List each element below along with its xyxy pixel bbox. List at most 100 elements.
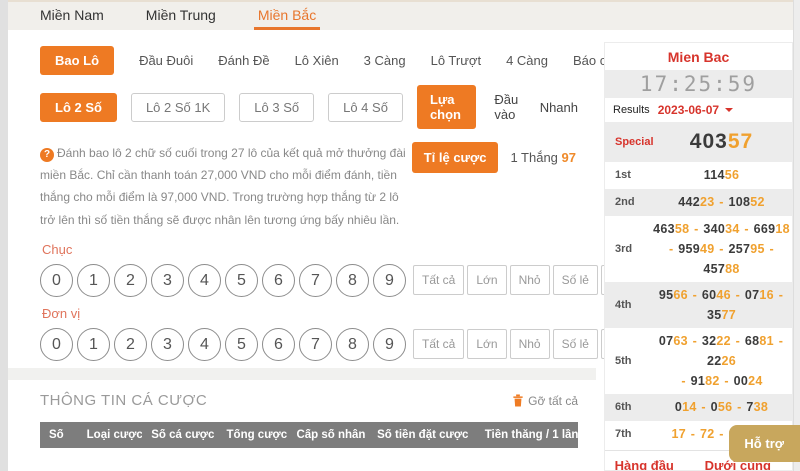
table-column-header: Loại cược [78, 429, 143, 441]
results-sidebar: Mien Bac 17:25:59 Results 2023-06-07 Spe… [604, 42, 793, 471]
picker-label: Chục [42, 242, 578, 257]
prize-numbers: 11456 [651, 162, 792, 188]
prize-label: 1st [605, 169, 651, 181]
digit-button-7[interactable]: 7 [299, 328, 332, 361]
top-tab-2[interactable]: Miền Trung [142, 2, 220, 30]
mode-item-2[interactable]: Đầu vào [494, 92, 521, 122]
table-column-header: Số [40, 429, 78, 441]
prize-label: Special [605, 136, 651, 148]
digit-button-9[interactable]: 9 [373, 328, 406, 361]
prize-label: 2nd [605, 196, 651, 208]
bet-subtype-chip-4[interactable]: Lô 4 Số [328, 93, 403, 122]
digit-circles: 0123456789 [40, 264, 410, 297]
digit-button-7[interactable]: 7 [299, 264, 332, 297]
bet-info-panel: THÔNG TIN CÁ CƯỢC Gỡ tất cả SốLoại cượcS… [30, 380, 588, 471]
bet-type-tab-2[interactable]: Đầu Đuôi [139, 53, 193, 68]
bet-subtype-chip-1[interactable]: Lô 2 Số [40, 93, 117, 122]
odds-button[interactable]: Tỉ lệ cược [412, 142, 499, 173]
picker-label: Đơn vị [42, 306, 578, 321]
bet-type-tabs: Bao Lô Đầu Đuôi Đánh Đề Lô Xiên 3 Càng Lô Trư… [30, 42, 588, 77]
filter-button-1[interactable]: Tất cả [413, 265, 464, 295]
bet-type-tab-7[interactable]: 4 Càng [506, 53, 548, 68]
prize-label: 3rd [605, 243, 651, 255]
trash-icon [512, 394, 524, 407]
page-left-strip [0, 0, 8, 471]
prize-row-6th: 6th014 - 056 - 738 [605, 394, 792, 421]
bet-subtype-chip-3[interactable]: Lô 3 Số [239, 93, 314, 122]
top-tab-3[interactable]: Miền Bắc [254, 2, 320, 30]
digit-button-6[interactable]: 6 [262, 264, 295, 297]
question-icon: ? [40, 148, 54, 162]
prize-row-special: Special40357 [605, 122, 792, 162]
prize-row-2nd: 2nd44223 - 10852 [605, 189, 792, 216]
digit-button-5[interactable]: 5 [225, 264, 258, 297]
countdown-clock: 17:25:59 [605, 70, 792, 98]
table-column-header: Tổng cược [218, 429, 288, 441]
filter-button-4[interactable]: Số lẻ [553, 265, 598, 295]
bet-type-tab-3[interactable]: Đánh Đề [218, 53, 269, 68]
digit-button-8[interactable]: 8 [336, 264, 369, 297]
prize-numbers: 40357 [651, 122, 792, 162]
prize-label: 6th [605, 401, 651, 413]
results-region-title: Mien Bac [605, 43, 792, 70]
prize-label: 7th [605, 428, 651, 440]
bet-description: ?Đánh bao lô 2 chữ số cuối trong 27 lô c… [40, 142, 412, 231]
mode-group: Lựa chọn Đầu vào Nhanh [417, 85, 578, 129]
digit-button-2[interactable]: 2 [114, 328, 147, 361]
region-tab-bar: Miền Nam Miền Trung Miền Bắc [8, 0, 793, 30]
digit-picker-2: Đơn vị0123456789Tất cảLớnNhỏSố lẻSố chẵn… [30, 297, 588, 361]
digit-button-0[interactable]: 0 [40, 264, 73, 297]
digit-button-8[interactable]: 8 [336, 328, 369, 361]
digit-button-4[interactable]: 4 [188, 264, 221, 297]
bet-table-header: SốLoại cượcSố cá cượcTổng cượcCấp số nhâ… [40, 422, 578, 448]
digit-button-2[interactable]: 2 [114, 264, 147, 297]
bet-type-tab-4[interactable]: Lô Xiên [295, 53, 339, 68]
bet-subtype-chip-2[interactable]: Lô 2 Số 1K [131, 93, 225, 122]
prize-row-1st: 1st11456 [605, 162, 792, 189]
prize-row-4th: 4th9566 - 6046 - 0716 - 3577 [605, 282, 792, 328]
filter-button-3[interactable]: Nhỏ [510, 265, 550, 295]
digit-button-9[interactable]: 9 [373, 264, 406, 297]
clear-all-button[interactable]: Gỡ tất cả [512, 394, 578, 408]
bet-type-tab-6[interactable]: Lô Trượt [431, 53, 481, 68]
filter-button-1[interactable]: Tất cả [413, 329, 464, 359]
filter-button-3[interactable]: Nhỏ [510, 329, 550, 359]
digit-button-6[interactable]: 6 [262, 328, 295, 361]
table-column-header: Số tiền đặt cược [368, 429, 476, 441]
bet-type-tab-5[interactable]: 3 Càng [364, 53, 406, 68]
top-tab-1[interactable]: Miền Nam [36, 2, 108, 30]
betting-panel: Bao Lô Đầu Đuôi Đánh Đề Lô Xiên 3 Càng Lô Trư… [30, 42, 588, 368]
filter-button-2[interactable]: Lớn [467, 265, 506, 295]
digit-button-1[interactable]: 1 [77, 264, 110, 297]
page-scrollbar[interactable] [793, 0, 800, 471]
table-column-header: Cấp số nhân [287, 429, 368, 441]
prize-label: 5th [605, 355, 651, 367]
prize-label: 4th [605, 299, 651, 311]
support-button[interactable]: Hỗ trợ [729, 425, 800, 462]
prize-numbers: 44223 - 10852 [651, 189, 792, 215]
results-date-dropdown[interactable]: 2023-06-07 [658, 103, 733, 117]
filter-button-2[interactable]: Lớn [467, 329, 506, 359]
digit-circles: 0123456789 [40, 328, 410, 361]
odds-value: 1 Thắng 97 [498, 142, 578, 173]
chevron-down-icon [725, 108, 733, 116]
digit-button-1[interactable]: 1 [77, 328, 110, 361]
description-row: ?Đánh bao lô 2 chữ số cuối trong 27 lô c… [30, 133, 588, 233]
bet-type-tab-1[interactable]: Bao Lô [40, 46, 114, 75]
mode-item-3[interactable]: Nhanh [540, 100, 578, 115]
prize-numbers: 014 - 056 - 738 [651, 394, 792, 420]
digit-button-5[interactable]: 5 [225, 328, 258, 361]
filter-button-4[interactable]: Số lẻ [553, 329, 598, 359]
mode-item-1[interactable]: Lựa chọn [417, 85, 476, 129]
table-column-header: Số cá cược [142, 429, 217, 441]
digit-button-3[interactable]: 3 [151, 328, 184, 361]
bet-subtype-row: Lô 2 Số Lô 2 Số 1K Lô 3 Số Lô 4 Số Lựa chọn… [30, 77, 588, 133]
digit-button-4[interactable]: 4 [188, 328, 221, 361]
results-label: Results [613, 104, 650, 116]
section-divider [8, 368, 596, 380]
prize-numbers: 9566 - 6046 - 0716 - 3577 [651, 282, 792, 328]
prize-row-5th: 5th0763 - 3222 - 6881 - 2226- 9182 - 002… [605, 328, 792, 394]
digit-button-3[interactable]: 3 [151, 264, 184, 297]
heads-col-header: Hàng đầu [605, 458, 684, 471]
digit-button-0[interactable]: 0 [40, 328, 73, 361]
